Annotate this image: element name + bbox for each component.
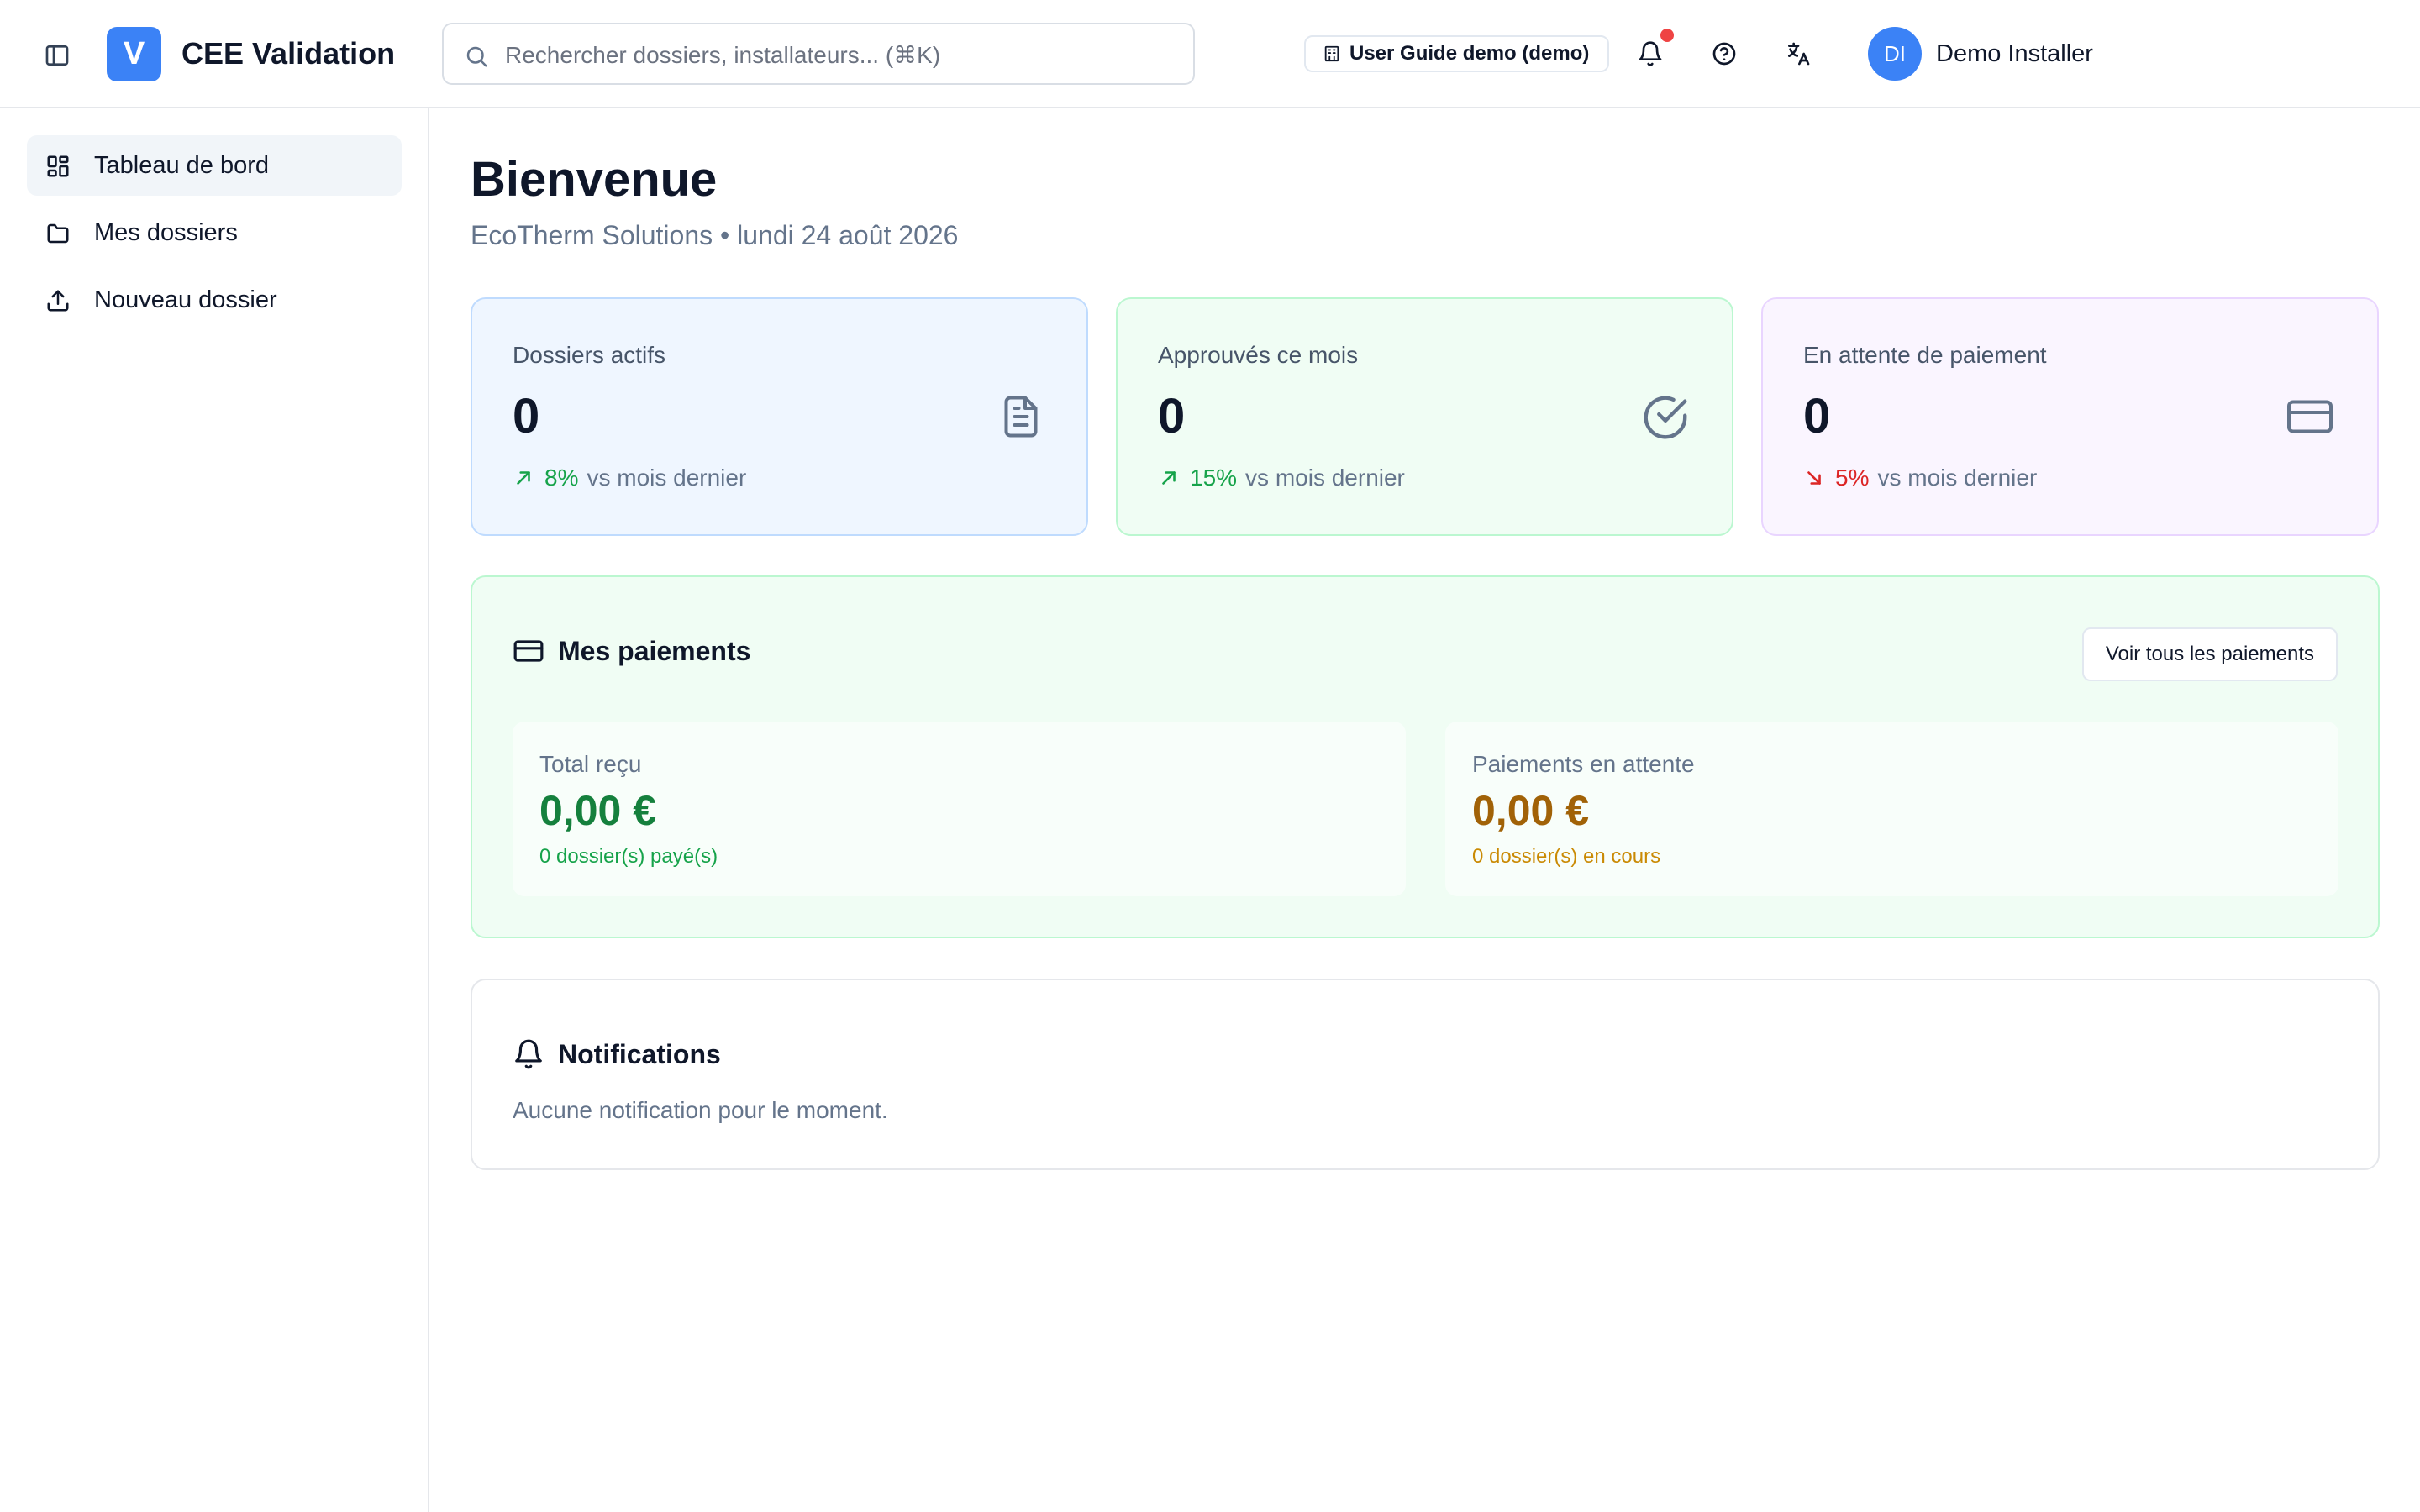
trend-up-icon <box>1158 467 1180 489</box>
stat-trend: 15% vs mois dernier <box>1158 464 1405 492</box>
credit-card-icon <box>513 635 544 667</box>
page-title: Bienvenue <box>471 152 718 207</box>
sidebar-item-label: Nouveau dossier <box>94 286 277 313</box>
notifications-title: Notifications <box>558 1039 721 1069</box>
help-icon[interactable] <box>1704 34 1744 74</box>
stat-trend: 8% vs mois dernier <box>513 464 746 492</box>
notifications-header: Notifications <box>513 1037 721 1071</box>
stat-card-approved-month: Approuvés ce mois 0 15% vs mois dernier <box>1116 297 1733 536</box>
dashboard-icon <box>45 154 71 179</box>
trend-up-icon <box>513 467 534 489</box>
sidebar-item-nouveau-dossier[interactable]: Nouveau dossier <box>27 270 402 330</box>
notifications-card: Notifications Aucune notification pour l… <box>471 979 2380 1170</box>
bell-icon <box>513 1038 544 1070</box>
trend-suffix: vs mois dernier <box>1245 465 1405 491</box>
stat-label: Dossiers actifs <box>513 342 666 368</box>
stat-trend: 5% vs mois dernier <box>1803 464 2037 492</box>
user-guide-label: User Guide demo (demo) <box>1349 42 1590 65</box>
pending-payments-label: Paiements en attente <box>1472 751 1695 777</box>
search-icon <box>464 44 489 69</box>
trend-percent: 5% <box>1835 465 1870 491</box>
sidebar: Tableau de bord Mes dossiers Nouveau dos… <box>0 108 429 1512</box>
pending-payments-box: Paiements en attente 0,00 € 0 dossier(s)… <box>1445 722 2338 896</box>
stat-card-active-files: Dossiers actifs 0 8% vs mois dernier <box>471 297 1088 536</box>
language-icon[interactable] <box>1778 34 1818 74</box>
stat-label: En attente de paiement <box>1803 342 2047 368</box>
stat-card-pending-payment: En attente de paiement 0 5% vs mois dern… <box>1761 297 2379 536</box>
sidebar-toggle-icon[interactable] <box>37 35 77 76</box>
stat-label: Approuvés ce mois <box>1158 342 1359 368</box>
payments-title: Mes paiements <box>558 636 751 666</box>
sidebar-item-mes-dossiers[interactable]: Mes dossiers <box>27 202 402 263</box>
search-placeholder: Rechercher dossiers, installateurs... (⌘… <box>505 42 941 68</box>
see-all-payments-button[interactable]: Voir tous les paiements <box>2081 627 2338 681</box>
stat-value: 0 <box>1803 389 1831 444</box>
main-content: Bienvenue EcoTherm Solutions • lundi 24 … <box>431 108 2420 1512</box>
sidebar-item-label: Mes dossiers <box>94 219 238 246</box>
credit-card-icon <box>2283 391 2337 442</box>
trend-percent: 8% <box>544 465 579 491</box>
payments-card: Mes paiements Voir tous les paiements To… <box>471 575 2380 938</box>
trend-percent: 15% <box>1190 465 1238 491</box>
unread-notification-dot <box>1660 29 1674 42</box>
pending-payments-amount: 0,00 € <box>1472 787 1590 834</box>
trend-suffix: vs mois dernier <box>1877 465 2038 491</box>
avatar[interactable]: DI <box>1868 27 1922 81</box>
total-received-amount: 0,00 € <box>539 787 657 834</box>
top-header: V CEE Validation Rechercher dossiers, in… <box>0 0 2420 108</box>
app-logo[interactable]: V <box>107 27 161 81</box>
pending-payments-count: 0 dossier(s) en cours <box>1472 845 1661 868</box>
upload-icon <box>45 288 71 313</box>
stat-value: 0 <box>513 389 540 444</box>
folder-icon <box>45 221 71 246</box>
trend-suffix: vs mois dernier <box>587 465 747 491</box>
user-name[interactable]: Demo Installer <box>1936 38 2093 70</box>
search-input[interactable]: Rechercher dossiers, installateurs... (⌘… <box>442 23 1195 85</box>
total-received-count: 0 dossier(s) payé(s) <box>539 845 718 868</box>
check-circle-icon <box>1639 391 1691 444</box>
document-icon <box>996 391 1046 442</box>
sidebar-item-label: Tableau de bord <box>94 152 269 179</box>
building-icon <box>1323 45 1341 63</box>
trend-down-icon <box>1803 467 1825 489</box>
total-received-label: Total reçu <box>539 751 642 777</box>
total-received-box: Total reçu 0,00 € 0 dossier(s) payé(s) <box>513 722 1406 896</box>
page-subtitle: EcoTherm Solutions • lundi 24 août 2026 <box>471 220 959 250</box>
sidebar-item-dashboard[interactable]: Tableau de bord <box>27 135 402 196</box>
payments-header: Mes paiements <box>513 634 750 668</box>
notifications-empty-message: Aucune notification pour le moment. <box>513 1097 888 1123</box>
stat-value: 0 <box>1158 389 1186 444</box>
user-guide-button[interactable]: User Guide demo (demo) <box>1304 35 1610 72</box>
app-title[interactable]: CEE Validation <box>182 34 395 74</box>
